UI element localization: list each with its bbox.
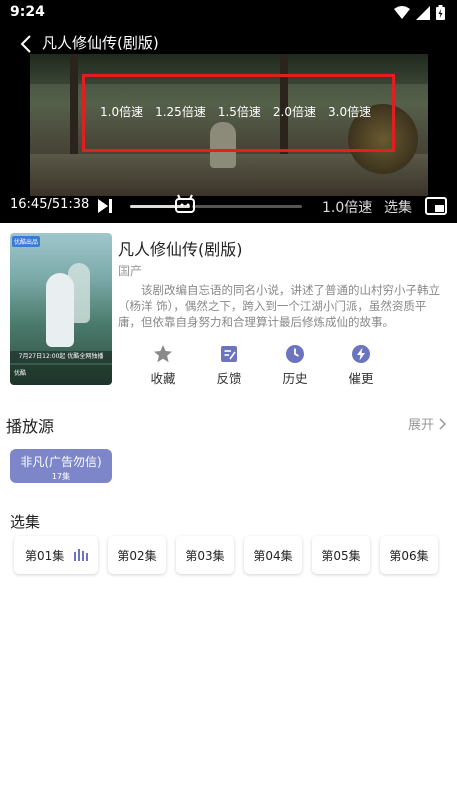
episode-label: 第04集: [253, 548, 293, 563]
player-title: 凡人修仙传(剧版): [42, 34, 159, 52]
drama-title: 凡人修仙传(剧版): [118, 240, 243, 259]
poster-banner: 7月27日12:00起 优酷全网独播: [10, 351, 112, 363]
speed-option-3-0[interactable]: 3.0倍速: [328, 103, 371, 120]
next-episode-icon[interactable]: [96, 197, 114, 215]
video-player[interactable]: 凡人修仙传(剧版) 1.0倍速 1.25倍速 1.5倍速 2.0倍速 3.0倍速…: [0, 26, 457, 223]
source-section-title: 播放源: [6, 417, 55, 436]
action-bar: 收藏 反馈 历史 催更: [130, 344, 394, 387]
favorite-label: 收藏: [150, 371, 176, 386]
poster-figure: [46, 273, 74, 347]
signal-icon: [416, 5, 430, 20]
history-button[interactable]: 历史: [262, 344, 328, 387]
progress-handle-icon[interactable]: [174, 194, 196, 214]
episode-label: 第05集: [321, 548, 361, 563]
drama-synopsis: 该剧改编自忘语的同名小说，讲述了普通的山村穷小子韩立（杨洋 饰），偶然之下，跨入…: [118, 283, 440, 329]
feedback-button[interactable]: 反馈: [196, 344, 262, 387]
status-icons: [394, 5, 445, 20]
episode-item-06[interactable]: 第06集: [380, 536, 438, 574]
source-name: 非凡(广告勿信): [20, 455, 102, 469]
episode-item-01[interactable]: 第01集: [14, 536, 98, 574]
progress-remaining[interactable]: [192, 205, 302, 208]
expand-label: 展开: [408, 418, 435, 433]
urge-update-label: 催更: [348, 371, 374, 386]
expand-sources-button[interactable]: 展开: [408, 414, 447, 433]
drama-poster: 优酷出品 7月27日12:00起 优酷全网独播 优酷: [10, 233, 112, 385]
speed-button[interactable]: 1.0倍速: [322, 197, 372, 217]
battery-icon: [436, 5, 445, 20]
episode-list: 第01集 第02集 第03集 第04集 第05集 第06集: [14, 536, 438, 574]
feedback-label: 反馈: [216, 371, 242, 386]
source-chip[interactable]: 非凡(广告勿信) 17集: [10, 449, 112, 483]
status-time: 9:24: [10, 4, 45, 20]
player-controls: 16:45/51:38 1.0倍速 选集: [0, 192, 457, 222]
episode-item-04[interactable]: 第04集: [244, 536, 302, 574]
feedback-icon: [221, 346, 237, 362]
back-arrow-icon[interactable]: [15, 32, 39, 56]
time-display: 16:45/51:38: [10, 197, 90, 212]
clock-icon: [286, 345, 304, 363]
episode-item-03[interactable]: 第03集: [176, 536, 234, 574]
episode-label: 第02集: [117, 548, 157, 563]
episode-label: 第06集: [389, 548, 429, 563]
poster-brand: 优酷: [10, 365, 112, 385]
now-playing-icon: [74, 549, 89, 561]
speed-option-2-0[interactable]: 2.0倍速: [273, 103, 316, 120]
history-label: 历史: [282, 371, 308, 386]
chevron-right-icon: [439, 417, 447, 430]
poster-tag: 优酷出品: [12, 236, 41, 247]
picture-in-picture-icon[interactable]: [425, 197, 447, 215]
episode-label: 第03集: [185, 548, 225, 563]
episodes-button[interactable]: 选集: [384, 197, 412, 217]
episode-label: 第01集: [25, 548, 65, 563]
status-bar: 9:24: [0, 0, 457, 26]
wifi-icon: [394, 5, 410, 19]
episode-item-02[interactable]: 第02集: [108, 536, 166, 574]
episode-item-05[interactable]: 第05集: [312, 536, 370, 574]
drama-region: 国产: [118, 264, 143, 278]
star-icon: [154, 345, 172, 363]
speed-option-1-0[interactable]: 1.0倍速: [100, 103, 143, 120]
speed-option-1-5[interactable]: 1.5倍速: [218, 103, 261, 120]
speed-option-1-25[interactable]: 1.25倍速: [155, 103, 206, 120]
source-episode-count: 17集: [51, 472, 71, 481]
lightning-icon: [352, 345, 370, 363]
episodes-section-title: 选集: [10, 513, 41, 531]
favorite-button[interactable]: 收藏: [130, 344, 196, 387]
urge-update-button[interactable]: 催更: [328, 344, 394, 387]
speed-menu: 1.0倍速 1.25倍速 1.5倍速 2.0倍速 3.0倍速: [100, 103, 371, 120]
